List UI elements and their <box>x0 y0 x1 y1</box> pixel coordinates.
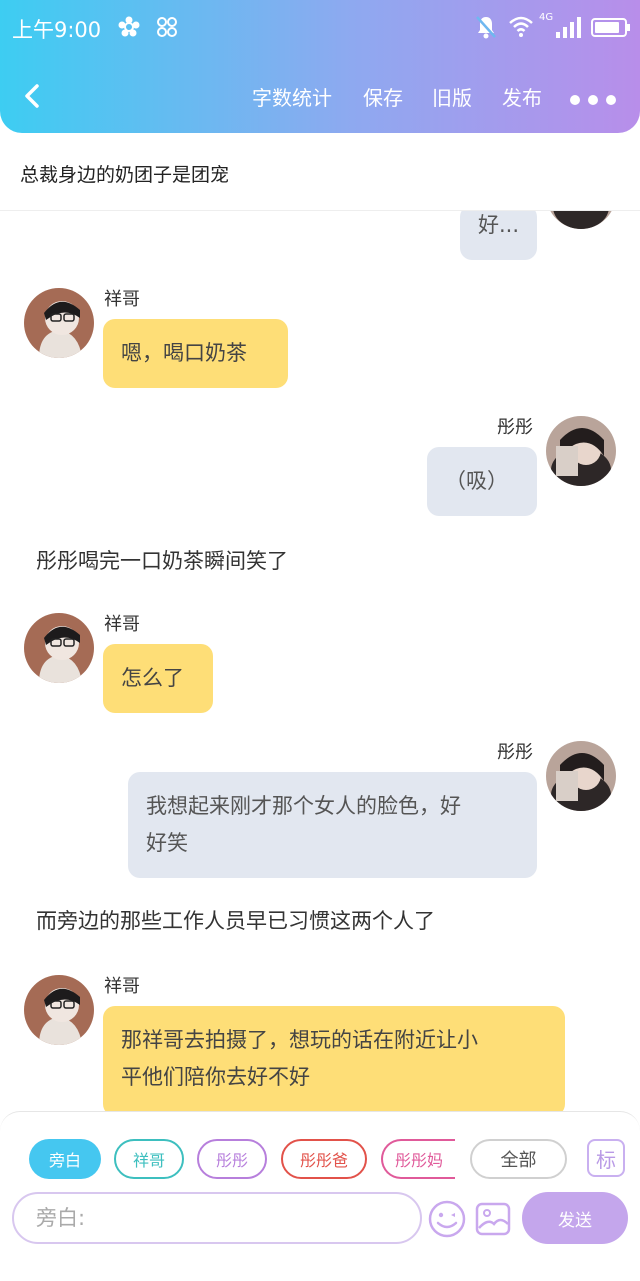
avatar-xiangge[interactable] <box>24 975 94 1045</box>
status-bar: 上午9:00 4G <box>0 0 640 56</box>
word-count-button[interactable]: 字数统计 <box>252 82 332 111</box>
story-title-bar[interactable]: 总裁身边的奶团子是团宠 <box>0 140 640 211</box>
flower-icon <box>118 16 140 37</box>
image-icon[interactable] <box>474 1200 512 1238</box>
publish-button[interactable]: 发布 <box>502 82 542 111</box>
message-bubble-left[interactable]: 那祥哥去拍摄了，想玩的话在附近让小 平他们陪你去好不好 <box>103 1006 565 1111</box>
message-line: 好笑 <box>146 831 188 855</box>
message-line: 那祥哥去拍摄了，想玩的话在附近让小 <box>121 1028 478 1052</box>
header: 上午9:00 4G 字数统计 保存 旧版 发布 <box>0 0 640 133</box>
mute-icon <box>476 16 496 39</box>
story-title: 总裁身边的奶团子是团宠 <box>20 164 230 186</box>
role-chip-all[interactable]: 全部 <box>470 1139 567 1179</box>
back-chevron-icon[interactable] <box>18 80 48 112</box>
speaker-name: 彤彤 <box>497 742 533 763</box>
speaker-name: 彤彤 <box>497 417 533 438</box>
wifi-icon <box>509 16 533 37</box>
role-chip-tongtong[interactable]: 彤彤 <box>197 1139 267 1179</box>
status-time: 上午9:00 <box>12 18 102 42</box>
avatar-tongtong[interactable] <box>546 741 616 811</box>
message-bubble-right[interactable]: （吸） <box>427 447 537 516</box>
message-line: 我想起来刚才那个女人的脸色，好 <box>146 794 461 818</box>
network-type: 4G <box>539 12 554 23</box>
role-chip-tongtong-mom[interactable]: 彤彤妈 <box>381 1139 455 1179</box>
link-icon <box>157 17 177 37</box>
message-bubble-left[interactable]: 嗯，喝口奶茶 <box>103 319 288 388</box>
message-input[interactable]: 旁白: <box>12 1192 422 1244</box>
message-line: 平他们陪你去好不好 <box>121 1065 310 1089</box>
narration-text[interactable]: 而旁边的那些工作人员早已习惯这两个人了 <box>36 905 435 935</box>
battery-icon <box>591 18 630 37</box>
speaker-name: 祥哥 <box>104 289 140 310</box>
role-chip-xiangge[interactable]: 祥哥 <box>114 1139 184 1179</box>
chat-area[interactable]: 好... 祥哥 嗯，喝口奶茶 彤彤 （吸） 彤彤喝完一口奶茶瞬间笑了 祥哥 怎么… <box>0 211 640 1111</box>
speaker-name: 祥哥 <box>104 976 140 997</box>
message-bubble-right[interactable]: 好... <box>460 211 537 260</box>
role-chip-narrator[interactable]: 旁白 <box>29 1139 101 1179</box>
save-button[interactable]: 保存 <box>363 82 403 111</box>
old-version-button[interactable]: 旧版 <box>432 82 472 111</box>
speaker-name: 祥哥 <box>104 614 140 635</box>
more-options-icon[interactable] <box>570 90 630 105</box>
message-bubble-left[interactable]: 怎么了 <box>103 644 213 713</box>
tag-button[interactable]: 标 <box>587 1139 625 1177</box>
avatar-tongtong[interactable] <box>546 211 616 229</box>
avatar-xiangge[interactable] <box>24 613 94 683</box>
send-button[interactable]: 发送 <box>522 1192 628 1244</box>
role-chip-tongtong-dad[interactable]: 彤彤爸 <box>281 1139 367 1179</box>
message-bubble-right[interactable]: 我想起来刚才那个女人的脸色，好 好笑 <box>128 772 537 878</box>
nav-bar: 字数统计 保存 旧版 发布 <box>0 66 640 126</box>
avatar-tongtong[interactable] <box>546 416 616 486</box>
signal-icon <box>556 17 581 38</box>
emoji-icon[interactable] <box>427 1199 467 1239</box>
narration-text[interactable]: 彤彤喝完一口奶茶瞬间笑了 <box>36 545 288 575</box>
input-panel: 旁白 祥哥 彤彤 彤彤爸 彤彤妈 全部 标 旁白: 发送 <box>0 1111 640 1281</box>
avatar-xiangge[interactable] <box>24 288 94 358</box>
